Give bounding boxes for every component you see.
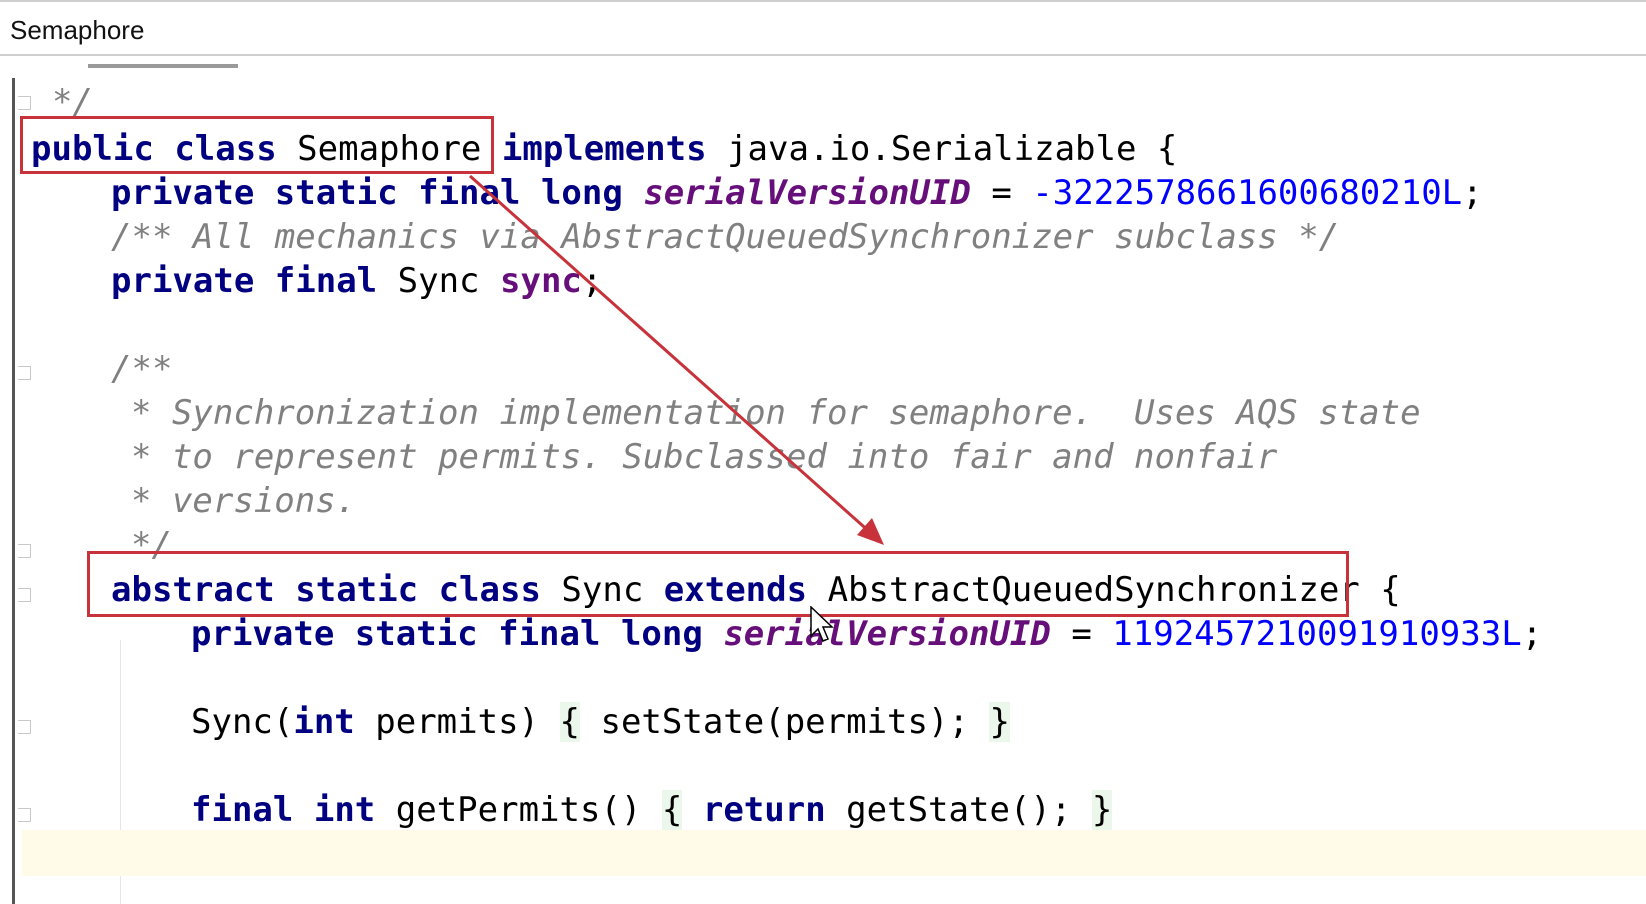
arrow-shaft xyxy=(469,174,873,536)
mouse-pointer-icon xyxy=(810,606,834,642)
arrow-head-icon xyxy=(857,518,884,545)
annotation-arrow xyxy=(469,174,884,545)
